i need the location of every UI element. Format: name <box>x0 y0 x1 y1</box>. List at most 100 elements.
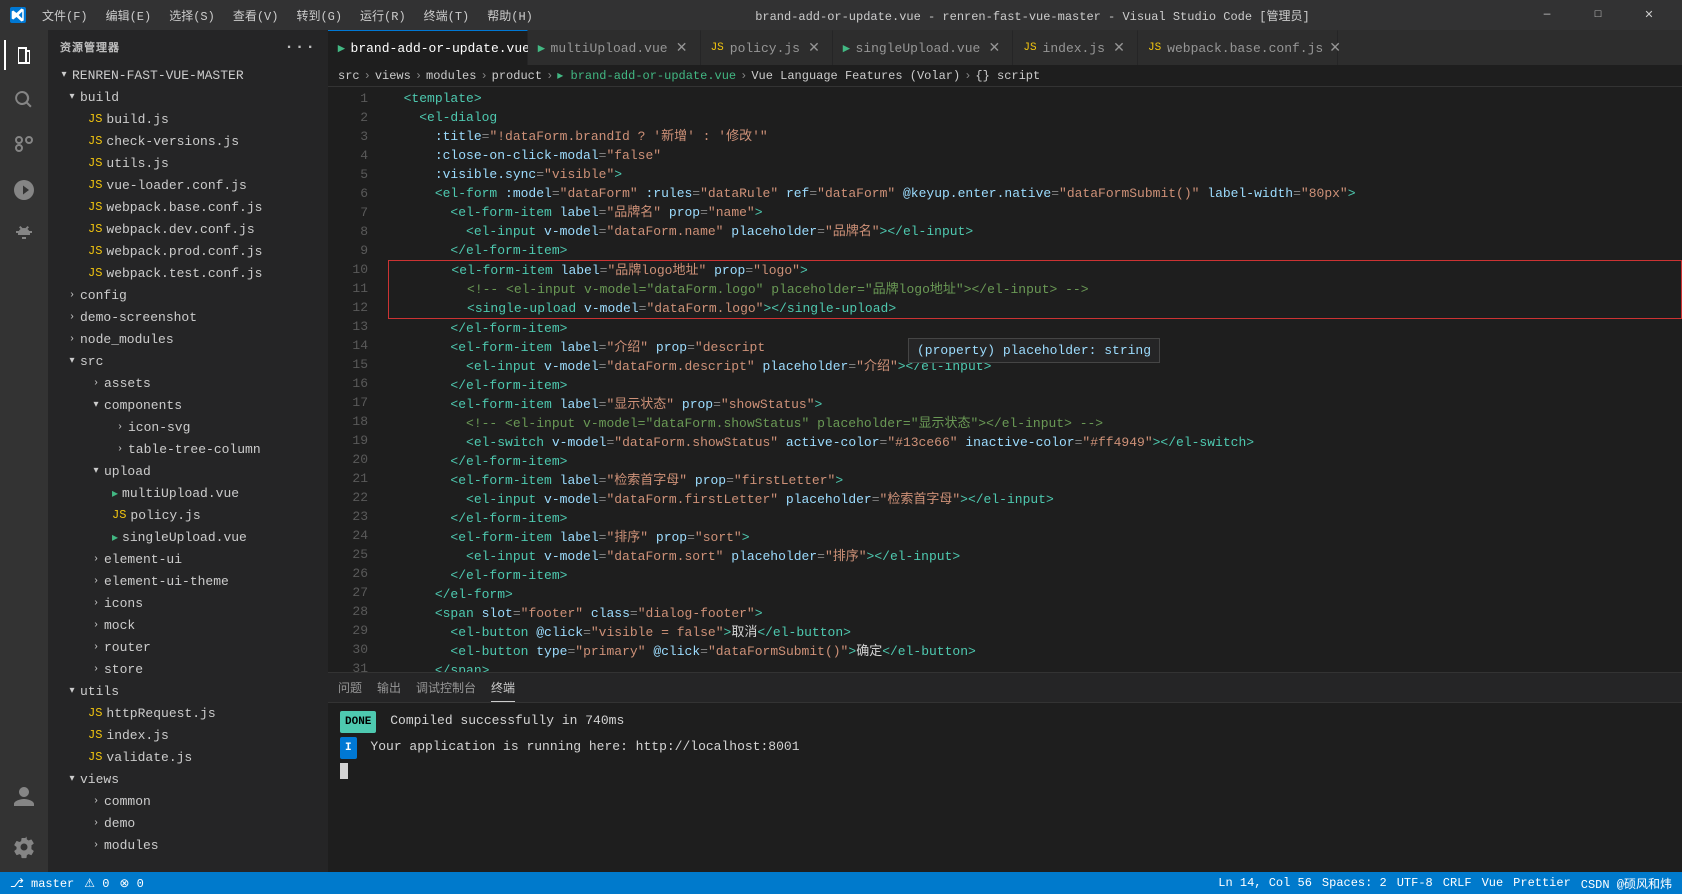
tab-policy-close[interactable]: ✕ <box>806 40 822 56</box>
menu-select[interactable]: 选择(S) <box>161 4 223 27</box>
tab-webpack[interactable]: JS webpack.base.conf.js ✕ <box>1138 30 1338 65</box>
tree-build[interactable]: ▾ build <box>48 86 328 108</box>
code-line-17: <el-form-item label="显示状态" prop="showSta… <box>388 395 1682 414</box>
status-errors[interactable]: ⊗ 0 <box>119 876 143 891</box>
tree-src[interactable]: ▾ src <box>48 350 328 372</box>
tree-webpack-dev[interactable]: JS webpack.dev.conf.js <box>48 218 328 240</box>
tree-vue-loader[interactable]: JS vue-loader.conf.js <box>48 174 328 196</box>
maximize-button[interactable]: □ <box>1575 0 1621 30</box>
bc-file[interactable]: ▸ brand-add-or-update.vue <box>557 68 736 83</box>
tab-policy[interactable]: JS policy.js ✕ <box>701 30 833 65</box>
activity-run[interactable] <box>4 170 44 210</box>
code-line-27: </el-form> <box>388 585 1682 604</box>
tree-demo[interactable]: › demo <box>48 812 328 834</box>
tree-utilsjs-label: utils.js <box>106 156 168 171</box>
tab-multi-upload[interactable]: ▸ multiUpload.vue ✕ <box>528 30 701 65</box>
bc-sep2: › <box>415 69 422 83</box>
bc-modules[interactable]: modules <box>426 69 476 83</box>
panel-tab-output[interactable]: 输出 <box>377 674 401 702</box>
tree-element-ui[interactable]: › element-ui <box>48 548 328 570</box>
code-line-22: <el-input v-model="dataForm.firstLetter"… <box>388 490 1682 509</box>
status-left: ⎇ master ⚠ 0 ⊗ 0 <box>10 876 144 891</box>
menu-file[interactable]: 文件(F) <box>34 4 96 27</box>
bc-product[interactable]: product <box>492 69 542 83</box>
tree-check-versions[interactable]: JS check-versions.js <box>48 130 328 152</box>
panel-tab-terminal[interactable]: 终端 <box>491 674 515 702</box>
panel-tab-debug[interactable]: 调试控制台 <box>416 674 476 702</box>
tree-root[interactable]: ▾ RENREN-FAST-VUE-MASTER <box>48 64 328 86</box>
code-line-1: <template> <box>388 89 1682 108</box>
tree-webpacktest-label: webpack.test.conf.js <box>106 266 262 281</box>
window-title: brand-add-or-update.vue - renren-fast-vu… <box>755 7 1310 24</box>
tree-index-utils[interactable]: JS index.js <box>48 724 328 746</box>
tree-policy[interactable]: JS policy.js <box>48 504 328 526</box>
tree-demo-screenshot[interactable]: › demo-screenshot <box>48 306 328 328</box>
menu-edit[interactable]: 编辑(E) <box>98 4 160 27</box>
menu-run[interactable]: 运行(R) <box>352 4 414 27</box>
panel-tab-problems[interactable]: 问题 <box>338 674 362 702</box>
tree-icons[interactable]: › icons <box>48 592 328 614</box>
tree-upload[interactable]: ▾ upload <box>48 460 328 482</box>
sidebar-more-button[interactable]: ··· <box>284 38 316 56</box>
tree-router[interactable]: › router <box>48 636 328 658</box>
status-branch[interactable]: ⎇ master <box>10 876 74 891</box>
bc-src[interactable]: src <box>338 69 360 83</box>
tree-single-upload[interactable]: ▸ singleUpload.vue <box>48 526 328 548</box>
tree-utils-dir[interactable]: ▾ utils <box>48 680 328 702</box>
status-warnings[interactable]: ⚠ 0 <box>84 876 109 891</box>
menu-view[interactable]: 查看(V) <box>225 4 287 27</box>
tab-index-close[interactable]: ✕ <box>1111 40 1127 56</box>
code-editor[interactable]: <template> <el-dialog :title="!dataForm.… <box>378 87 1682 672</box>
tree-element-ui-theme[interactable]: › element-ui-theme <box>48 570 328 592</box>
tree-utils[interactable]: JS utils.js <box>48 152 328 174</box>
bc-sep3: › <box>480 69 487 83</box>
tree-webpack-test[interactable]: JS webpack.test.conf.js <box>48 262 328 284</box>
code-line-29: <el-button @click="visible = false">取消</… <box>388 623 1682 642</box>
bc-views[interactable]: views <box>375 69 411 83</box>
tree-modules[interactable]: › modules <box>48 834 328 856</box>
tab-single-close[interactable]: ✕ <box>986 40 1002 56</box>
activity-search[interactable] <box>4 80 44 120</box>
activity-source-control[interactable] <box>4 125 44 165</box>
activity-accounts[interactable] <box>4 777 44 817</box>
code-line-26: </el-form-item> <box>388 566 1682 585</box>
tree-table-tree[interactable]: › table-tree-column <box>48 438 328 460</box>
tree-modules-label: modules <box>104 838 159 853</box>
tree-node-modules[interactable]: › node_modules <box>48 328 328 350</box>
tree-build-js[interactable]: JS build.js <box>48 108 328 130</box>
tree-webpack-prod[interactable]: JS webpack.prod.conf.js <box>48 240 328 262</box>
tree-icon-svg[interactable]: › icon-svg <box>48 416 328 438</box>
tab-brand-add[interactable]: ▸ brand-add-or-update.vue ✕ <box>328 30 528 65</box>
tree-store[interactable]: › store <box>48 658 328 680</box>
tree-webpack-base[interactable]: JS webpack.base.conf.js <box>48 196 328 218</box>
tree-router-label: router <box>104 640 151 655</box>
tree-views[interactable]: ▾ views <box>48 768 328 790</box>
tree-common[interactable]: › common <box>48 790 328 812</box>
tree-components[interactable]: ▾ components <box>48 394 328 416</box>
tree-assets[interactable]: › assets <box>48 372 328 394</box>
tab-webpack-close[interactable]: ✕ <box>1329 40 1341 56</box>
bc-script[interactable]: {} script <box>975 69 1040 83</box>
panel: 问题 输出 调试控制台 终端 DONE Compiled successfull… <box>328 672 1682 872</box>
status-language[interactable]: Vue <box>1482 876 1504 890</box>
status-bar: ⎇ master ⚠ 0 ⊗ 0 Ln 14, Col 56 Spaces: 2… <box>0 872 1682 894</box>
minimize-button[interactable]: — <box>1524 0 1570 30</box>
tab-single-upload[interactable]: ▸ singleUpload.vue ✕ <box>833 30 1013 65</box>
close-button[interactable]: ✕ <box>1626 0 1672 30</box>
breadcrumb: src › views › modules › product › ▸ bran… <box>328 65 1682 87</box>
menu-terminal[interactable]: 终端(T) <box>416 4 478 27</box>
menu-help[interactable]: 帮助(H) <box>479 4 541 27</box>
tree-http-request[interactable]: JS httpRequest.js <box>48 702 328 724</box>
tree-mock[interactable]: › mock <box>48 614 328 636</box>
tab-multi-close[interactable]: ✕ <box>674 40 690 56</box>
tree-validate[interactable]: JS validate.js <box>48 746 328 768</box>
tree-multi-upload[interactable]: ▸ multiUpload.vue <box>48 482 328 504</box>
js-file-icon4: JS <box>88 178 102 192</box>
activity-extensions[interactable] <box>4 215 44 255</box>
tab-index[interactable]: JS index.js ✕ <box>1013 30 1138 65</box>
activity-settings[interactable] <box>4 827 44 867</box>
bc-volar[interactable]: Vue Language Features (Volar) <box>751 69 960 83</box>
tree-config[interactable]: › config <box>48 284 328 306</box>
activity-explorer[interactable] <box>4 35 44 75</box>
menu-goto[interactable]: 转到(G) <box>288 4 350 27</box>
